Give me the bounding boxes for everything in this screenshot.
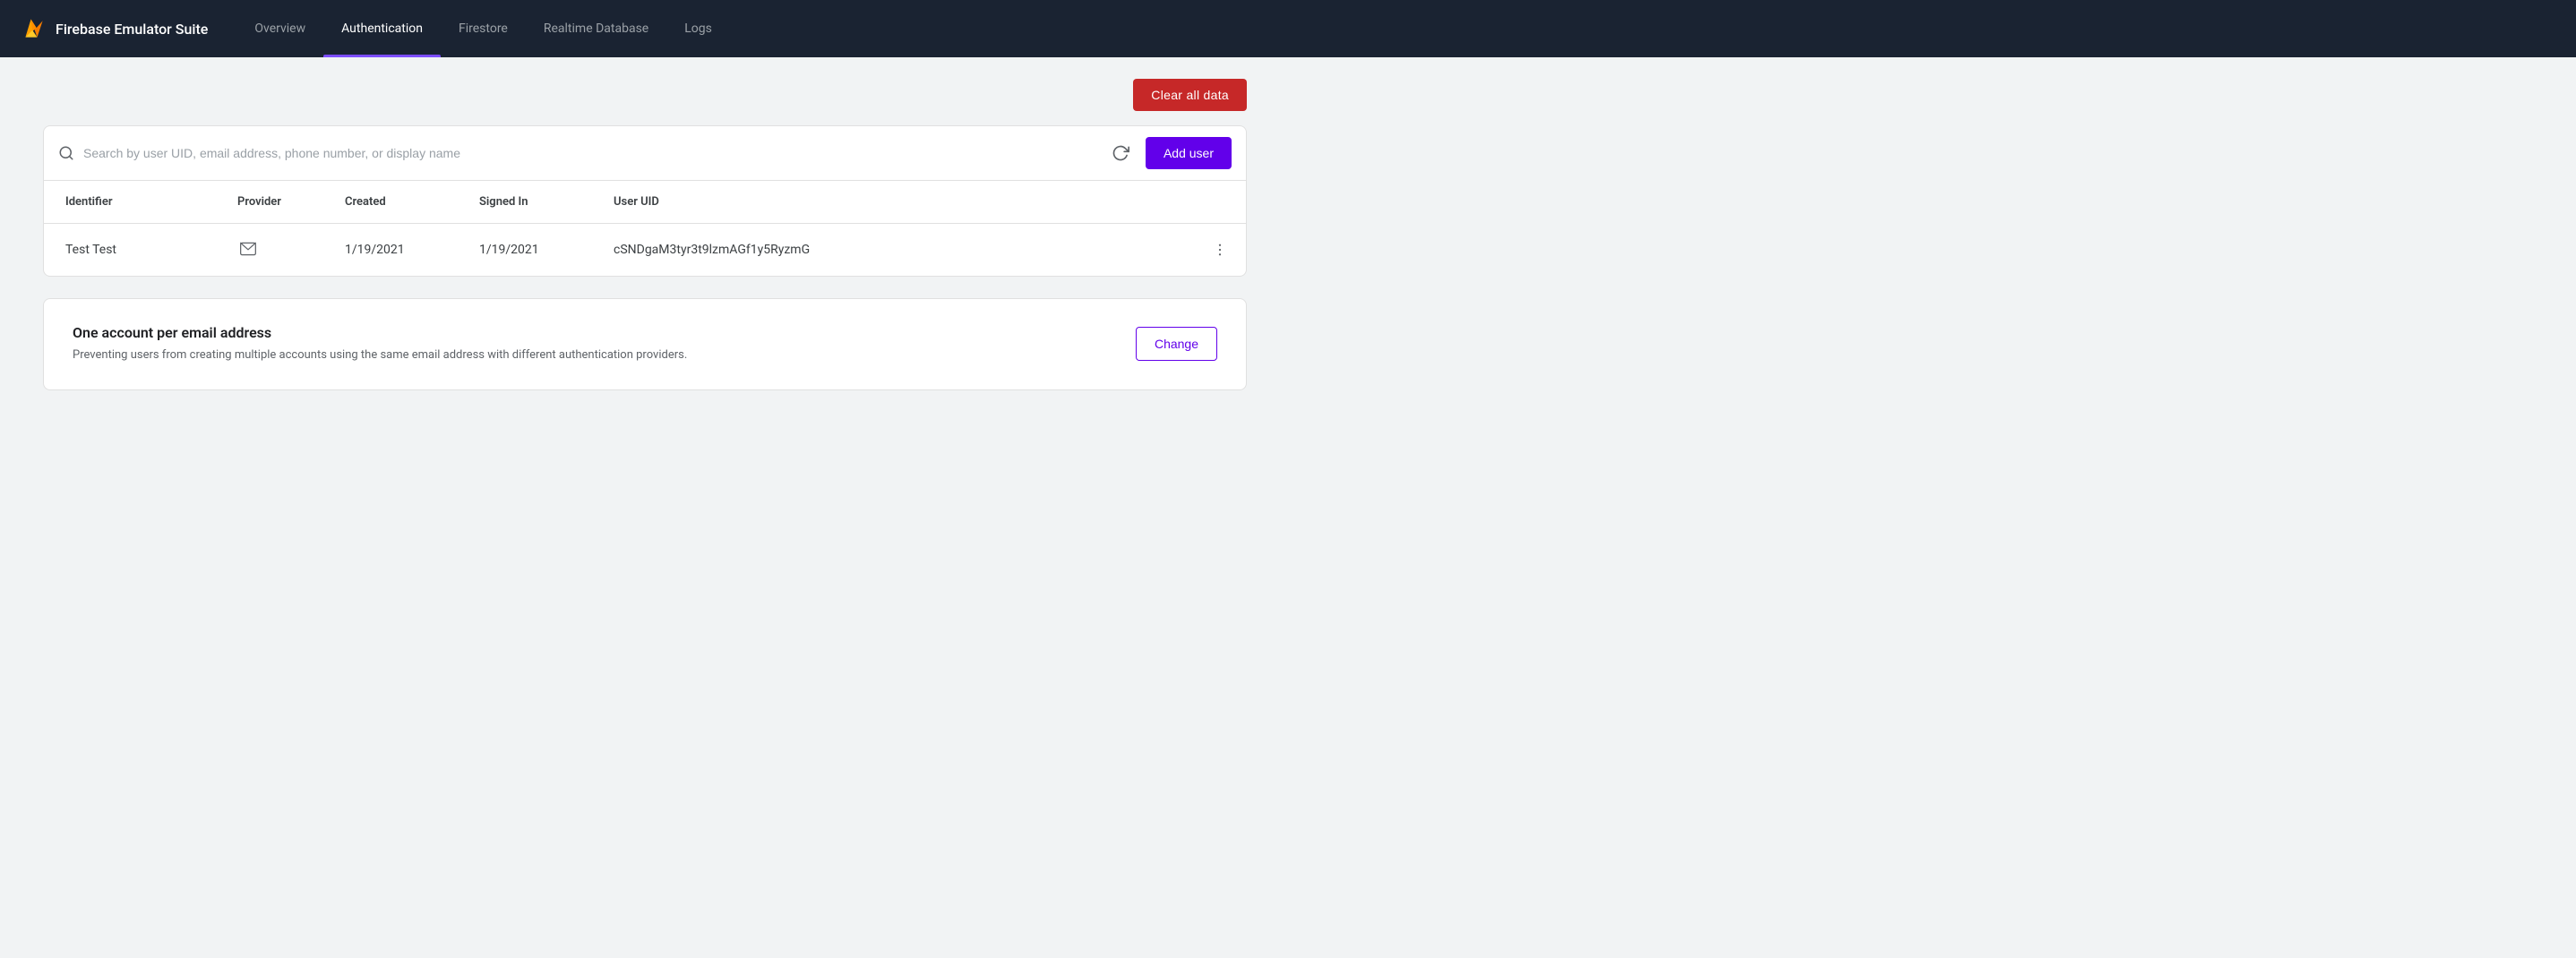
tab-logs[interactable]: Logs (666, 0, 730, 57)
app-brand: Firebase Emulator Suite (21, 16, 208, 41)
col-header-actions (1194, 181, 1246, 224)
users-table-container: Identifier Provider Created Signed In Us… (43, 180, 1247, 277)
cell-signed-in: 1/19/2021 (465, 224, 599, 277)
navbar: Firebase Emulator Suite Overview Authent… (0, 0, 2576, 57)
cell-user-uid: cSNDgaM3tyr3t9lzmAGf1y5RyzmG (599, 224, 1194, 277)
col-header-provider: Provider (223, 181, 331, 224)
settings-card-description: Preventing users from creating multiple … (73, 346, 1114, 364)
users-table: Identifier Provider Created Signed In Us… (44, 181, 1246, 276)
email-provider-icon (237, 238, 259, 260)
firebase-icon (21, 16, 47, 41)
search-row: Add user (43, 125, 1247, 180)
search-icon (58, 145, 74, 161)
table-row: Test Test 1/19/2021 1/19/2021 cSNDgaM3ty… (44, 224, 1246, 277)
col-header-created: Created (331, 181, 465, 224)
cell-created: 1/19/2021 (331, 224, 465, 277)
clear-all-button[interactable]: Clear all data (1133, 79, 1247, 111)
refresh-button[interactable] (1106, 139, 1135, 167)
col-header-identifier: Identifier (44, 181, 223, 224)
cell-actions (1194, 224, 1246, 277)
tab-realtime-database[interactable]: Realtime Database (526, 0, 666, 57)
tab-overview[interactable]: Overview (236, 0, 323, 57)
add-user-button[interactable]: Add user (1146, 137, 1232, 169)
settings-card-title: One account per email address (73, 324, 1114, 341)
tab-firestore[interactable]: Firestore (441, 0, 526, 57)
main-content: Clear all data Add user Identifier Provi… (0, 57, 1290, 412)
col-header-user-uid: User UID (599, 181, 1194, 224)
search-input[interactable] (83, 146, 1095, 160)
cell-identifier: Test Test (44, 224, 223, 277)
table-header-row: Identifier Provider Created Signed In Us… (44, 181, 1246, 224)
col-header-signed-in: Signed In (465, 181, 599, 224)
search-container (58, 145, 1095, 161)
refresh-icon (1112, 144, 1129, 162)
app-title: Firebase Emulator Suite (56, 21, 208, 38)
settings-card: One account per email address Preventing… (43, 298, 1247, 390)
settings-card-content: One account per email address Preventing… (73, 324, 1114, 364)
tab-authentication[interactable]: Authentication (323, 0, 441, 57)
cell-provider (223, 224, 331, 277)
row-more-button[interactable] (1208, 238, 1232, 261)
nav-tabs: Overview Authentication Firestore Realti… (236, 0, 729, 57)
top-action-row: Clear all data (43, 79, 1247, 111)
change-button[interactable]: Change (1136, 327, 1217, 361)
